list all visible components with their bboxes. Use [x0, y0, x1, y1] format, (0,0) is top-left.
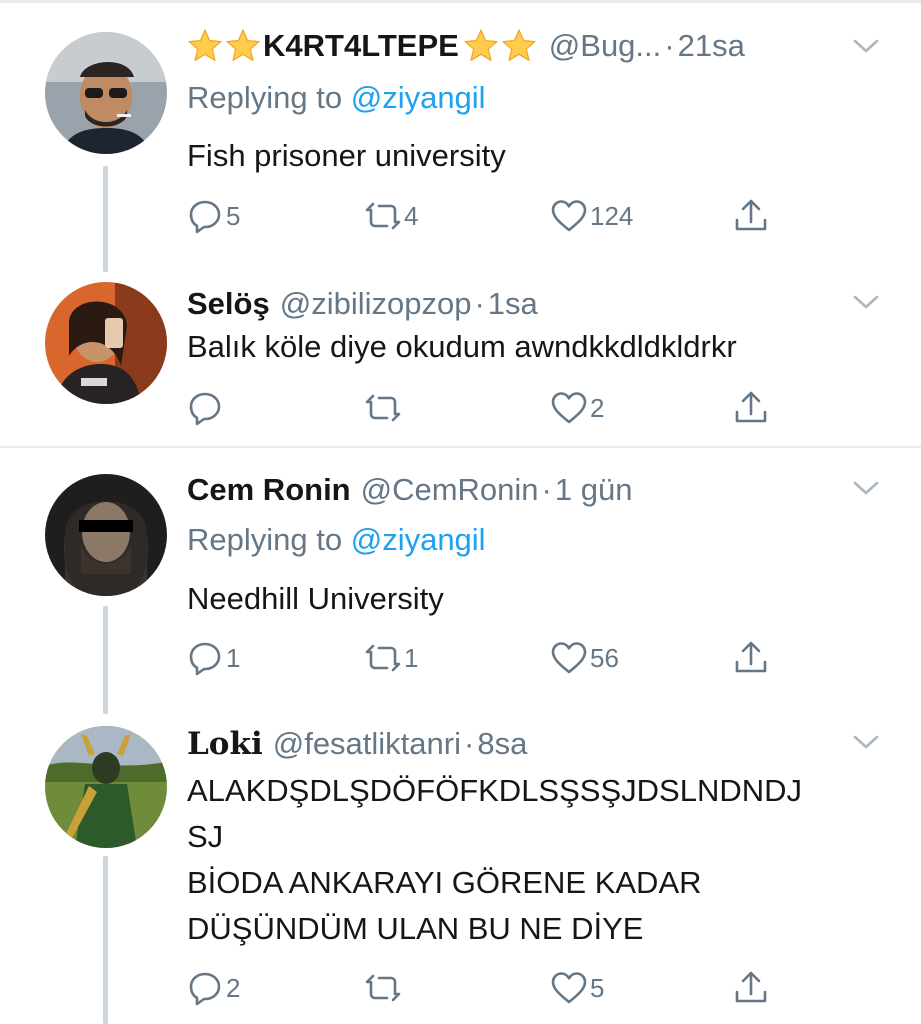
retweet-count: 1 [404, 642, 419, 673]
separator-dot: · [541, 472, 552, 507]
share-button[interactable] [733, 968, 769, 1008]
user-handle[interactable]: @CemRonin [361, 472, 539, 508]
thread-connector [103, 606, 108, 714]
tweet-actions: 2 5 [187, 968, 787, 1008]
tweet-header: K4RT4LTEPE @Bug... · 21sa [187, 24, 861, 68]
tweet-3[interactable]: Cem Ronin @CemRonin · 1 gün Replying to … [0, 448, 921, 718]
replying-label: Replying to [187, 522, 343, 557]
display-name[interactable]: 𝐋𝐨𝐤𝐢 [187, 726, 263, 762]
reply-button[interactable]: 2 [187, 968, 240, 1008]
tweet-header: Selöş @zibilizopzop · 1sa [187, 282, 861, 326]
reply-count: 2 [226, 972, 241, 1003]
replying-to: Replying to @ziyangil [187, 80, 486, 116]
tweet-header: 𝐋𝐨𝐤𝐢 @fesatliktanri · 8sa [187, 722, 861, 766]
star-emoji-icon [501, 28, 537, 64]
avatar[interactable] [45, 726, 167, 848]
retweet-icon [365, 198, 401, 234]
retweet-button[interactable] [365, 968, 404, 1008]
star-emoji-icon [187, 28, 223, 64]
retweet-icon [365, 640, 401, 676]
avatar[interactable] [45, 32, 167, 154]
star-emoji-icon [225, 28, 261, 64]
display-name[interactable]: Cem Ronin [187, 472, 351, 508]
reply-icon [187, 198, 223, 234]
tweet-text: Needhill University [187, 581, 444, 616]
retweet-button[interactable]: 1 [365, 638, 418, 678]
reply-count: 1 [226, 642, 241, 673]
share-icon [733, 640, 769, 676]
like-icon [551, 390, 587, 426]
caret-down-icon[interactable] [851, 478, 881, 498]
retweet-button[interactable] [365, 388, 404, 428]
separator-dot: · [464, 726, 475, 761]
tweet-text: Fish prisoner university [187, 138, 506, 173]
like-icon [551, 198, 587, 234]
like-button[interactable]: 56 [551, 638, 619, 678]
retweet-icon [365, 970, 401, 1006]
display-name[interactable]: Selöş [187, 286, 270, 322]
user-handle[interactable]: @Bug... [549, 28, 661, 64]
like-button[interactable]: 5 [551, 968, 604, 1008]
tweet-text-line: DÜŞÜNDÜM ULAN BU NE DİYE [187, 911, 644, 946]
reply-icon [187, 970, 223, 1006]
tweet-actions: 5 4 124 [187, 196, 787, 236]
mention-link[interactable]: @ziyangil [351, 522, 486, 557]
star-emoji-icon [463, 28, 499, 64]
reply-icon [187, 640, 223, 676]
share-icon [733, 390, 769, 426]
thread-connector [103, 166, 108, 272]
retweet-icon [365, 390, 401, 426]
retweet-count: 4 [404, 200, 419, 231]
tweet-text-line: ALAKDŞDLŞDÖFÖFKDLSŞSŞJDSLNDNDJ [187, 773, 802, 808]
like-count: 124 [590, 200, 634, 231]
replying-label: Replying to [187, 80, 343, 115]
timestamp[interactable]: 1sa [488, 286, 538, 322]
caret-down-icon[interactable] [851, 36, 881, 56]
separator-dot: · [474, 286, 485, 321]
user-handle[interactable]: @zibilizopzop [280, 286, 472, 322]
tweet-text-line: SJ [187, 819, 224, 854]
like-count: 5 [590, 972, 605, 1003]
tweet-header: Cem Ronin @CemRonin · 1 gün [187, 468, 861, 512]
share-icon [733, 970, 769, 1006]
share-button[interactable] [733, 388, 769, 428]
tweet-text: Balık köle diye okudum awndkkdldkldrkr [187, 329, 737, 364]
tweet-actions: 2 [187, 388, 787, 428]
replying-to: Replying to @ziyangil [187, 522, 486, 558]
reply-button[interactable] [187, 388, 226, 428]
tweet-text: ALAKDŞDLŞDÖFÖFKDLSŞSŞJDSLNDNDJ SJ BİODA … [187, 768, 802, 952]
like-icon [551, 970, 587, 1006]
avatar[interactable] [45, 282, 167, 404]
like-count: 56 [590, 642, 619, 673]
tweet-4[interactable]: 𝐋𝐨𝐤𝐢 @fesatliktanri · 8sa ALAKDŞDLŞDÖFÖF… [0, 718, 921, 1024]
share-button[interactable] [733, 638, 769, 678]
share-icon [733, 198, 769, 234]
user-handle[interactable]: @fesatliktanri [273, 726, 461, 762]
timestamp[interactable]: 8sa [477, 726, 527, 762]
tweet-actions: 1 1 56 [187, 638, 787, 678]
timestamp[interactable]: 1 gün [555, 472, 633, 508]
reply-icon [187, 390, 223, 426]
caret-down-icon[interactable] [851, 292, 881, 312]
display-name[interactable]: K4RT4LTEPE [263, 28, 459, 64]
like-button[interactable]: 2 [551, 388, 604, 428]
timestamp[interactable]: 21sa [678, 28, 745, 64]
tweet-2[interactable]: Selöş @zibilizopzop · 1sa Balık köle diy… [0, 278, 921, 448]
caret-down-icon[interactable] [851, 732, 881, 752]
separator-dot: · [664, 28, 675, 63]
tweet-1[interactable]: K4RT4LTEPE @Bug... · 21sa Replying to @z… [0, 0, 921, 278]
retweet-button[interactable]: 4 [365, 196, 418, 236]
tweet-text-line: BİODA ANKARAYI GÖRENE KADAR [187, 865, 702, 900]
reply-count: 5 [226, 200, 241, 231]
reply-button[interactable]: 5 [187, 196, 240, 236]
like-count: 2 [590, 392, 605, 423]
like-icon [551, 640, 587, 676]
like-button[interactable]: 124 [551, 196, 633, 236]
share-button[interactable] [733, 196, 769, 236]
mention-link[interactable]: @ziyangil [351, 80, 486, 115]
reply-button[interactable]: 1 [187, 638, 240, 678]
avatar[interactable] [45, 474, 167, 596]
thread-connector [103, 856, 108, 1024]
